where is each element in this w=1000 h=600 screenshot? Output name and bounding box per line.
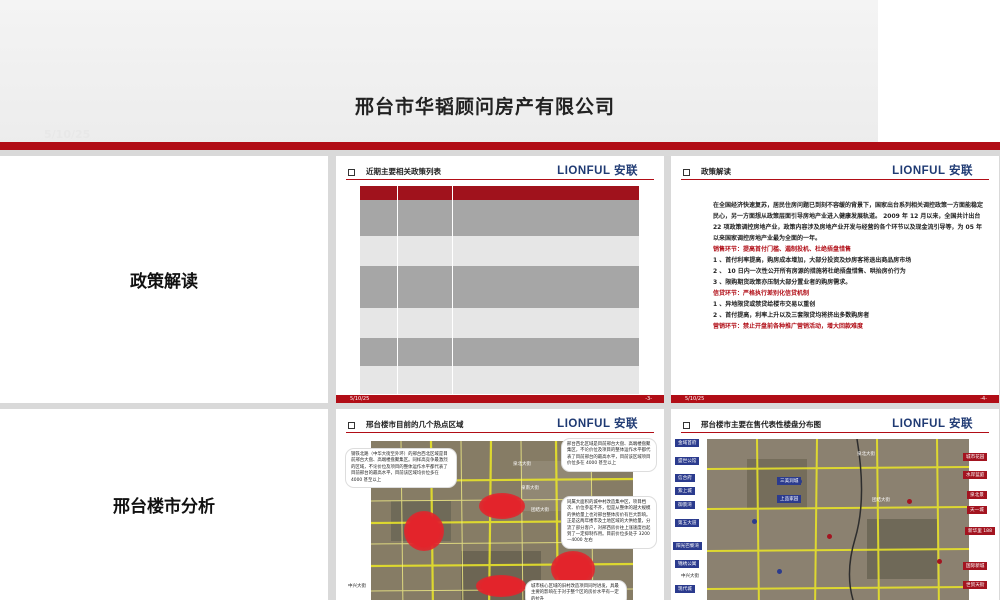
intro-paragraph: 在全国经济快速复苏，居民住房问题已到刻不容缓的背景下，国家出台系列相关调控政策一… <box>713 202 984 242</box>
section-label: 政策解读 <box>130 272 198 292</box>
table-row <box>360 266 640 308</box>
lionful-logo: LIONFUL 安联 <box>557 165 638 177</box>
header-rule <box>681 179 989 180</box>
road-label: 团结大街 <box>872 498 890 503</box>
project-tag[interactable]: 第五大道 <box>675 519 700 527</box>
bullet-icon <box>683 422 690 429</box>
table-header-row <box>360 186 640 200</box>
slide-sorter-view: 邢台市华韬顾问房产有限公司 5/10/25 -1- 政策解读 近期主要相关政策列… <box>0 0 1000 600</box>
list-item: 1 、首付利率提高，购房成本增加，大部分投资及炒房客将退出商品房市场 <box>713 257 912 264</box>
road-label: 泉南大街 <box>521 486 539 491</box>
bullet-icon <box>683 169 690 176</box>
lionful-logo: LIONFUL 安联 <box>892 165 973 177</box>
hot-zone-marker <box>404 511 444 551</box>
table-row <box>360 366 640 394</box>
table-row <box>360 200 640 236</box>
policy-text-body: 在全国经济快速复苏，居民住房问题已到刻不容缓的背景下，国家出台系列相关调控政策一… <box>713 200 985 332</box>
header-rule <box>346 179 654 180</box>
slide-hot-zones[interactable]: 邢台楼市目前的几个热点区域 LIONFUL 安联 泉北大街 团结大街 泉南大街 … <box>336 409 664 600</box>
project-pin <box>777 569 782 574</box>
project-tag[interactable]: 天一城 <box>967 506 987 514</box>
road-label: 团结大街 <box>531 508 549 513</box>
project-pin <box>907 499 912 504</box>
section-card-policy[interactable]: 政策解读 <box>0 156 328 403</box>
marketing-title: 营销环节：禁止开盘前各种推广营销活动，增大回款难度 <box>713 323 864 330</box>
footer-date: 5/10/25 <box>685 396 705 402</box>
bullet-icon <box>348 169 355 176</box>
title-slide-footer-bar <box>0 142 1000 150</box>
project-tag[interactable]: 新华里 188 <box>965 527 995 535</box>
project-tag[interactable]: 水岸蓝庭 <box>963 471 988 479</box>
project-tag[interactable]: 信合府 <box>675 474 695 482</box>
table-row <box>360 308 640 338</box>
policy-table <box>360 186 640 394</box>
callout-northwest: 钢铁北路（中华大街至外环）的邢台西北区域是目前邢台大盘、高端楼盘聚集区。同样高竞… <box>346 449 456 488</box>
slide-policy-text[interactable]: 政策解读 LIONFUL 安联 在全国经济快速复苏，居民住房问题已到刻不容缓的背… <box>671 156 999 403</box>
header-rule <box>346 432 654 433</box>
project-tag[interactable]: 城市花园 <box>963 453 988 461</box>
list-item: 3 、限购期货政策亦压制大部分置业者的购房需求。 <box>713 279 852 286</box>
table-row <box>360 236 640 266</box>
road-label: 泉北大街 <box>857 452 875 457</box>
list-item: 2 、首付提高，利率上升以及三套限贷均将挤出多数购房者 <box>713 312 870 319</box>
section-label: 邢台楼市分析 <box>113 497 215 517</box>
project-tag[interactable]: 阳光巴黎湾 <box>673 542 702 550</box>
slide-heading: 政策解读 <box>701 167 731 176</box>
header-rule <box>681 432 989 433</box>
title-slide-date: 5/10/25 <box>44 128 91 141</box>
project-tag[interactable]: 御景湾 <box>675 501 695 509</box>
list-item: 2 、 10 日内一次性公开所有房源的措施将杜绝捂盘惜售、哄抬房价行为 <box>713 268 906 275</box>
title-slide-page: -1- <box>961 128 980 142</box>
footer-page: -3- <box>645 396 652 402</box>
project-pin <box>937 559 942 564</box>
road-label: 泉北大街 <box>513 462 531 467</box>
sales-title: 销售环节：提高首付门槛、遏制投机、杜绝捂盘惜售 <box>713 246 852 253</box>
footer-date: 5/10/25 <box>350 396 370 402</box>
company-title: 邢台市华韬顾问房产有限公司 <box>354 96 615 118</box>
callout-village-renewal: 同属大面积的城中村改造集中区，项目档次、价位参差不齐，但是从整体的越大规模的供给… <box>562 497 656 548</box>
project-tag[interactable]: 金域首府 <box>675 439 700 447</box>
project-tag[interactable]: 现代城 <box>675 585 695 593</box>
project-tag[interactable]: 三美润城 <box>777 477 802 485</box>
lionful-logo: LIONFUL 安联 <box>892 418 973 430</box>
footer-page: -4- <box>980 396 987 402</box>
project-tag[interactable]: 锦绣公寓 <box>675 560 700 568</box>
credit-title: 信贷环节：严格执行差别化信贷机制 <box>713 290 810 297</box>
project-pin <box>827 534 832 539</box>
title-slide-right-band <box>878 0 1000 150</box>
project-tag[interactable]: 国际新城 <box>963 562 988 570</box>
slide-footer-bar <box>671 395 999 403</box>
callout-west: 邢台西北区域是目前邢台大盘、高端楼盘聚集区，不论价位及项目的整体运作水平都代表了… <box>562 439 656 471</box>
slide-projects-map[interactable]: 邢台楼市主要在售代表性楼盘分布图 LIONFUL 安联 泉北大街 团结大街 金域… <box>671 409 999 600</box>
hot-zone-marker <box>479 493 525 519</box>
project-tag[interactable]: 盛世公馆 <box>675 457 700 465</box>
table-row <box>360 338 640 366</box>
project-tag[interactable]: 上品家园 <box>777 495 802 503</box>
section-card-market[interactable]: 邢台楼市分析 <box>0 409 328 600</box>
slide-policy-table[interactable]: 近期主要相关政策列表 LIONFUL 安联 5/10/25 -3- <box>336 156 664 403</box>
slide-heading: 邢台楼市主要在售代表性楼盘分布图 <box>701 420 821 429</box>
project-tag[interactable]: 泉北景 <box>967 491 987 499</box>
road-label: 中兴大街 <box>681 574 699 579</box>
project-pin <box>752 519 757 524</box>
list-item: 1 、异地限贷或禁贷给楼市交易以重创 <box>713 301 816 308</box>
hot-zone-marker <box>476 575 526 597</box>
callout-core: 城市核心区域的旧村改造项目同时进发，具最主要的影响在于对于整个区的房价水平有一定… <box>526 581 626 600</box>
project-tag[interactable]: 紫上城 <box>675 487 695 495</box>
project-tag[interactable]: 世贸天街 <box>963 581 988 589</box>
slide-footer-bar <box>336 395 664 403</box>
slide-heading: 近期主要相关政策列表 <box>366 167 441 176</box>
road-label: 中兴大街 <box>348 584 366 589</box>
lionful-logo: LIONFUL 安联 <box>557 418 638 430</box>
project-map: 泉北大街 团结大街 <box>707 439 969 600</box>
slide-heading: 邢台楼市目前的几个热点区域 <box>366 420 464 429</box>
title-slide[interactable]: 邢台市华韬顾问房产有限公司 5/10/25 -1- <box>0 0 1000 150</box>
map-roads <box>707 439 969 600</box>
bullet-icon <box>348 422 355 429</box>
